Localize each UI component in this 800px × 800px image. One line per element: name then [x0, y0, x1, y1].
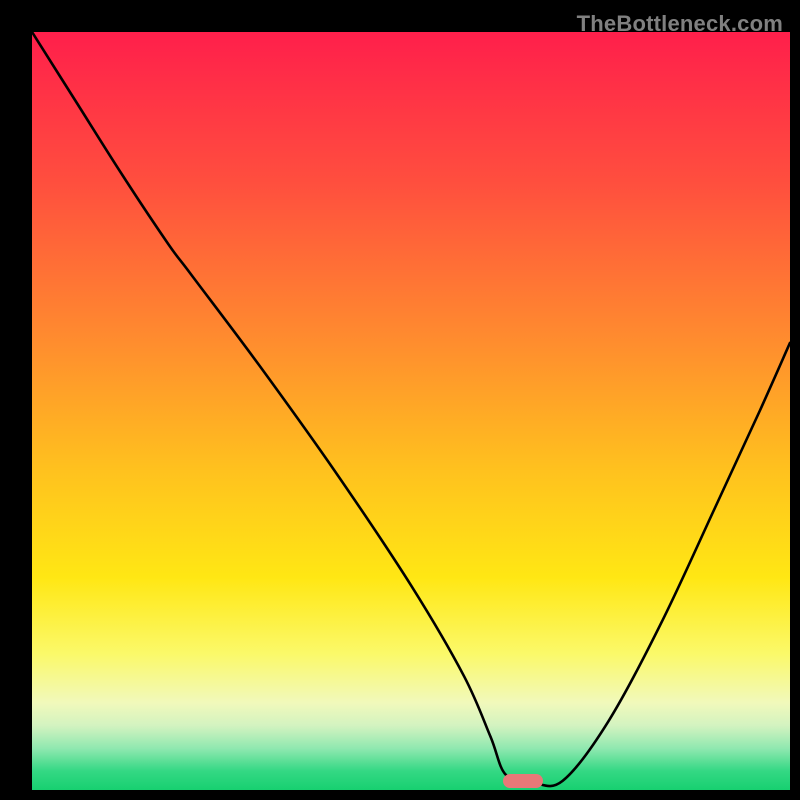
bottleneck-curve [32, 32, 790, 790]
watermark-label: TheBottleneck.com [577, 11, 783, 37]
optimal-marker [503, 774, 543, 788]
chart-frame: TheBottleneck.com [11, 11, 789, 789]
bottleneck-curve-path [32, 32, 790, 786]
chart-plot-area [32, 32, 790, 790]
